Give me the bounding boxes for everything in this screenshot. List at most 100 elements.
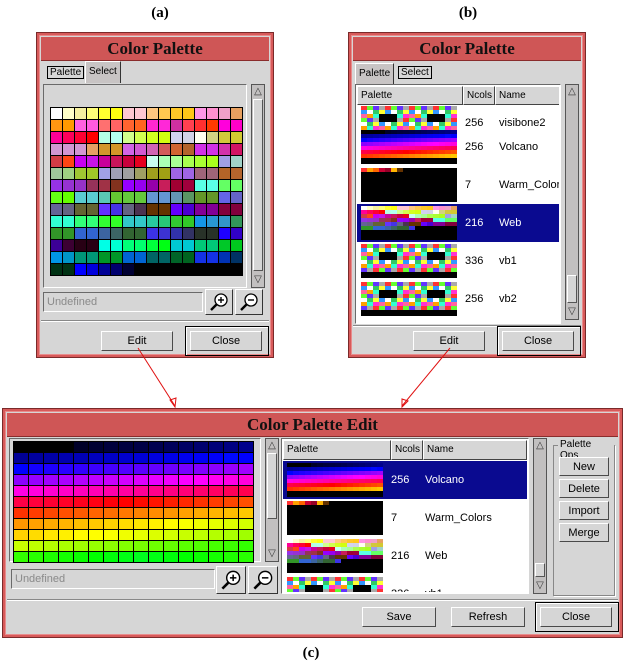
- color-cell[interactable]: [119, 464, 133, 474]
- color-cell[interactable]: [209, 475, 223, 485]
- color-cell[interactable]: [179, 453, 193, 463]
- scroll-thumb[interactable]: [535, 563, 545, 577]
- color-cell[interactable]: [59, 530, 73, 540]
- color-cell[interactable]: [111, 132, 122, 143]
- color-cell[interactable]: [207, 204, 218, 215]
- color-cell[interactable]: [63, 108, 74, 119]
- color-cell[interactable]: [51, 180, 62, 191]
- scroll-thumb[interactable]: [253, 99, 263, 271]
- color-cell[interactable]: [29, 486, 43, 496]
- color-cell[interactable]: [99, 120, 110, 131]
- color-cell[interactable]: [134, 486, 148, 496]
- color-cell[interactable]: [171, 252, 182, 263]
- color-cell[interactable]: [195, 264, 206, 275]
- color-cell[interactable]: [63, 180, 74, 191]
- color-cell[interactable]: [209, 552, 223, 562]
- color-cell[interactable]: [89, 475, 103, 485]
- color-cell[interactable]: [111, 144, 122, 155]
- color-cell[interactable]: [59, 486, 73, 496]
- color-cell[interactable]: [147, 204, 158, 215]
- color-cell[interactable]: [75, 228, 86, 239]
- color-cell[interactable]: [149, 497, 163, 507]
- palette-row[interactable]: 336 vb1: [283, 575, 527, 592]
- color-cell[interactable]: [63, 156, 74, 167]
- color-cell[interactable]: [29, 552, 43, 562]
- color-cell[interactable]: [231, 240, 242, 251]
- zoom-out-button[interactable]: [248, 566, 278, 594]
- color-cell[interactable]: [14, 519, 28, 529]
- color-cell[interactable]: [135, 168, 146, 179]
- scroll-up-icon[interactable]: △: [252, 85, 264, 99]
- color-cell[interactable]: [135, 204, 146, 215]
- refresh-button[interactable]: Refresh: [451, 607, 525, 627]
- color-cell[interactable]: [171, 228, 182, 239]
- color-cell[interactable]: [231, 180, 242, 191]
- color-cell[interactable]: [123, 120, 134, 131]
- color-cell[interactable]: [147, 144, 158, 155]
- new-button[interactable]: New: [559, 457, 609, 476]
- color-cell[interactable]: [51, 192, 62, 203]
- color-cell[interactable]: [171, 156, 182, 167]
- color-cell[interactable]: [134, 541, 148, 551]
- color-cell[interactable]: [14, 464, 28, 474]
- color-cell[interactable]: [134, 475, 148, 485]
- color-cell[interactable]: [135, 216, 146, 227]
- color-cell[interactable]: [231, 168, 242, 179]
- color-cell[interactable]: [149, 486, 163, 496]
- tab-palette[interactable]: Palette: [44, 63, 88, 83]
- color-cell[interactable]: [219, 180, 230, 191]
- color-cell[interactable]: [51, 168, 62, 179]
- color-cell[interactable]: [14, 497, 28, 507]
- color-cell[interactable]: [183, 228, 194, 239]
- color-cell[interactable]: [159, 156, 170, 167]
- palette-row[interactable]: 336 vb1: [357, 242, 559, 280]
- color-cell[interactable]: [147, 156, 158, 167]
- color-cell[interactable]: [147, 120, 158, 131]
- color-cell[interactable]: [207, 180, 218, 191]
- palette-row[interactable]: 256 vb2: [357, 280, 559, 318]
- color-cell[interactable]: [171, 180, 182, 191]
- color-cell[interactable]: [111, 264, 122, 275]
- vertical-scrollbar[interactable]: △ ▽: [565, 84, 579, 320]
- color-cell[interactable]: [159, 144, 170, 155]
- color-cell[interactable]: [87, 156, 98, 167]
- save-button[interactable]: Save: [362, 607, 436, 627]
- color-cell[interactable]: [239, 497, 253, 507]
- color-cell[interactable]: [195, 132, 206, 143]
- color-cell[interactable]: [147, 252, 158, 263]
- color-cell[interactable]: [231, 120, 242, 131]
- color-cell[interactable]: [134, 464, 148, 474]
- color-cell[interactable]: [87, 180, 98, 191]
- color-cell[interactable]: [179, 497, 193, 507]
- color-cell[interactable]: [239, 508, 253, 518]
- color-cell[interactable]: [14, 475, 28, 485]
- color-cell[interactable]: [224, 530, 238, 540]
- color-cell[interactable]: [99, 228, 110, 239]
- color-cell[interactable]: [104, 464, 118, 474]
- color-cell[interactable]: [123, 132, 134, 143]
- color-cell[interactable]: [123, 252, 134, 263]
- color-cell[interactable]: [123, 156, 134, 167]
- color-cell[interactable]: [147, 216, 158, 227]
- color-cell[interactable]: [207, 252, 218, 263]
- palette-row[interactable]: 256 Volcano: [283, 461, 527, 499]
- color-cell[interactable]: [207, 264, 218, 275]
- color-cell[interactable]: [219, 252, 230, 263]
- color-cell[interactable]: [183, 180, 194, 191]
- color-cell[interactable]: [179, 541, 193, 551]
- color-cell[interactable]: [29, 519, 43, 529]
- color-cell[interactable]: [194, 508, 208, 518]
- scroll-up-icon[interactable]: △: [266, 439, 278, 453]
- color-cell[interactable]: [14, 530, 28, 540]
- color-cell[interactable]: [134, 497, 148, 507]
- color-cell[interactable]: [224, 464, 238, 474]
- color-cell[interactable]: [134, 552, 148, 562]
- color-cell[interactable]: [63, 228, 74, 239]
- color-cell[interactable]: [159, 252, 170, 263]
- column-header-palette[interactable]: Palette: [283, 440, 391, 460]
- color-cell[interactable]: [179, 464, 193, 474]
- color-cell[interactable]: [147, 132, 158, 143]
- color-cell[interactable]: [194, 442, 208, 452]
- color-cell[interactable]: [123, 180, 134, 191]
- color-cell[interactable]: [29, 508, 43, 518]
